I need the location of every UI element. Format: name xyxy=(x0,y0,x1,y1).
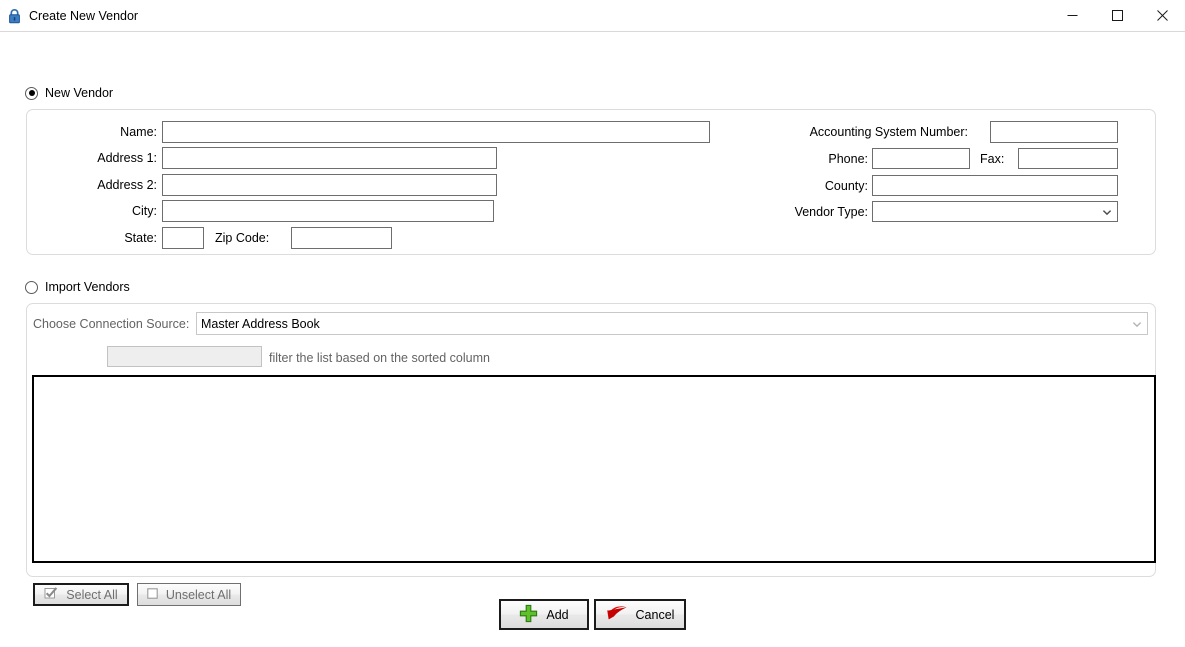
radio-new-vendor-indicator[interactable] xyxy=(25,86,38,100)
green-plus-icon xyxy=(519,604,538,626)
radio-import-vendors[interactable]: Import Vendors xyxy=(25,279,130,295)
input-zip-code[interactable] xyxy=(291,227,392,249)
dropdown-connection-source-value: Master Address Book xyxy=(201,316,320,331)
input-phone[interactable] xyxy=(872,148,970,169)
radio-new-vendor-label: New Vendor xyxy=(45,86,114,100)
select-all-button[interactable]: Select All xyxy=(33,583,129,606)
title-bar-left: Create New Vendor xyxy=(7,0,138,31)
unselect-all-label: Unselect All xyxy=(165,587,232,602)
input-address-1[interactable] xyxy=(162,147,497,169)
window-title: Create New Vendor xyxy=(29,8,139,23)
label-name: Name: xyxy=(120,125,157,139)
vendor-list-box[interactable] xyxy=(32,375,1156,563)
window-controls xyxy=(1050,0,1185,31)
input-filter[interactable] xyxy=(107,346,262,367)
label-phone: Phone: xyxy=(828,152,868,166)
select-all-label: Select All xyxy=(66,587,118,602)
close-button[interactable] xyxy=(1140,0,1185,31)
label-address-2: Address 2: xyxy=(97,178,157,192)
label-accounting-system-number: Accounting System Number: xyxy=(809,125,968,139)
add-label: Add xyxy=(546,607,569,622)
input-fax[interactable] xyxy=(1018,148,1118,169)
label-filter-hint: filter the list based on the sorted colu… xyxy=(269,351,490,365)
input-county[interactable] xyxy=(872,175,1118,196)
input-accounting-system-number[interactable] xyxy=(990,121,1118,143)
cancel-label: Cancel xyxy=(635,607,675,622)
label-choose-connection-source: Choose Connection Source: xyxy=(33,317,190,331)
lock-icon xyxy=(7,8,22,24)
label-zip-code: Zip Code: xyxy=(215,231,270,245)
unselect-all-button[interactable]: Unselect All xyxy=(137,583,241,606)
label-address-1: Address 1: xyxy=(97,151,157,165)
empty-checkbox-icon xyxy=(147,587,158,602)
label-vendor-type: Vendor Type: xyxy=(794,205,868,219)
dropdown-connection-source[interactable]: Master Address Book xyxy=(196,312,1148,335)
input-city[interactable] xyxy=(162,200,494,222)
check-mark-icon xyxy=(44,586,58,603)
add-button[interactable]: Add xyxy=(499,599,589,630)
title-bar: Create New Vendor xyxy=(0,0,1185,32)
cancel-button[interactable]: Cancel xyxy=(594,599,686,630)
chevron-down-icon xyxy=(1131,318,1143,330)
label-fax: Fax: xyxy=(980,152,1005,166)
red-undo-arrow-icon xyxy=(606,604,628,625)
input-name[interactable] xyxy=(162,121,710,143)
minimize-button[interactable] xyxy=(1050,0,1095,31)
input-address-2[interactable] xyxy=(162,174,497,196)
radio-import-vendors-indicator[interactable] xyxy=(25,280,38,294)
maximize-button[interactable] xyxy=(1095,0,1140,31)
label-state: State: xyxy=(124,231,157,245)
radio-new-vendor[interactable]: New Vendor xyxy=(25,85,113,101)
dropdown-vendor-type[interactable] xyxy=(872,201,1118,222)
radio-import-vendors-label: Import Vendors xyxy=(45,280,130,294)
chevron-down-icon xyxy=(1101,206,1113,218)
input-state[interactable] xyxy=(162,227,204,249)
label-county: County: xyxy=(824,179,868,193)
label-city: City: xyxy=(132,204,157,218)
